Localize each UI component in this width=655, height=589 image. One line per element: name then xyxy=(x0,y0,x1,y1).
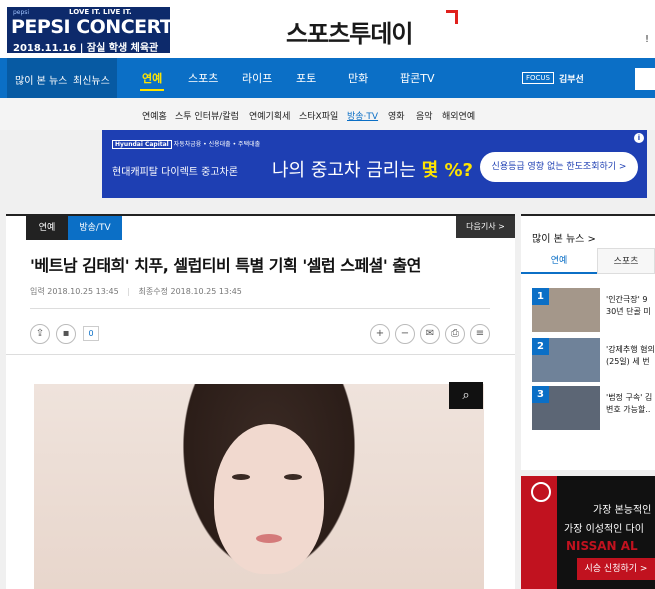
site-logo[interactable]: 스포츠투데이 xyxy=(286,14,413,49)
pepsi-concert-banner[interactable]: pepsi LOVE IT. LIVE IT. PEPSI CONCERT 20… xyxy=(7,7,170,53)
ad-line1: 현대캐피탈 다이렉트 중고차론 xyxy=(112,167,238,178)
nav-latest-news[interactable]: 최신뉴스 xyxy=(73,72,110,87)
rank-number: 3 xyxy=(532,386,549,403)
tab-sports[interactable]: 스포츠 xyxy=(597,248,655,274)
nav-item-comic[interactable]: 만화 xyxy=(348,70,368,86)
pepsi-title: PEPSI CONCERT xyxy=(11,16,170,38)
modified-label: 최종수정 xyxy=(138,287,168,296)
main-nav: 많이 본 뉴스 최신뉴스 연예 스포츠 라이프 포토 만화 팝콘TV FOCUS… xyxy=(0,58,655,98)
nissan-line1: 가장 본능적인 xyxy=(593,505,652,516)
share-icon[interactable]: ⇪ xyxy=(30,324,50,344)
pepsi-small-label: pepsi xyxy=(13,9,30,16)
subnav-item-interview[interactable]: 스투 인터뷰/칼럼 xyxy=(175,109,239,122)
tab-entertainment[interactable]: 연예 xyxy=(521,248,597,274)
rank-text: '인간극장' 9 30년 단골 미 xyxy=(606,294,651,318)
subnav-item-overseas[interactable]: 해외연예 xyxy=(442,109,475,122)
nissan-logo-icon xyxy=(531,482,551,502)
subnav-item-music[interactable]: 음악 xyxy=(416,109,433,122)
ad-line2-text: 나의 중고차 금리는 xyxy=(272,160,422,181)
list-item[interactable]: 2 '강제추행 혐의 (25일) 세 번 xyxy=(532,338,655,382)
nav-item-life[interactable]: 라이프 xyxy=(242,70,272,86)
article-panel: 연예 방송/TV 다음기사 > '베트남 김태희' 치푸, 셀럽티비 특별 기획… xyxy=(6,214,515,589)
pepsi-tagline: LOVE IT. LIVE IT. xyxy=(69,8,132,16)
modified-date: 2018.10.25 13:45 xyxy=(170,287,242,296)
subnav-item-movie[interactable]: 영화 xyxy=(388,109,405,122)
nissan-line3: NISSAN AL xyxy=(566,539,638,553)
input-date: 2018.10.25 13:45 xyxy=(47,287,119,296)
nissan-cta-button[interactable]: 시승 신청하기 > xyxy=(577,558,655,580)
list-icon[interactable]: ≡ xyxy=(470,324,490,344)
nissan-line2: 가장 이성적인 다이 xyxy=(564,524,644,535)
nav-hot-block: 많이 본 뉴스 최신뉴스 xyxy=(7,58,117,98)
rank-text: '강제추행 혐의 (25일) 세 번 xyxy=(606,344,655,368)
divider xyxy=(6,354,515,355)
nav-item-popcorntv[interactable]: 팝콘TV xyxy=(400,70,434,86)
article-category[interactable]: 연예 xyxy=(26,216,68,240)
photo-face xyxy=(214,424,324,574)
zoom-icon[interactable]: ⌕ xyxy=(449,382,483,409)
ad-brand-sub: 자동차금융 • 신용대출 • 주택대출 xyxy=(173,141,261,148)
comment-icon[interactable]: ▪ xyxy=(56,324,76,344)
font-decrease-icon[interactable]: − xyxy=(395,324,415,344)
rank-line2: 30년 단골 미 xyxy=(606,307,651,316)
ad-brand: Hyundai Capital 자동차금융 • 신용대출 • 주택대출 xyxy=(112,139,261,149)
ad-line2-highlight: 몇 %? xyxy=(421,160,473,181)
rank-line1: '인간극장' 9 xyxy=(606,295,648,304)
rank-line1: '강제추행 혐의 xyxy=(606,345,655,354)
nav-hot-news[interactable]: 많이 본 뉴스 xyxy=(15,72,67,87)
nav-item-photo[interactable]: 포토 xyxy=(296,70,316,86)
nissan-ad[interactable]: 가장 본능적인 가장 이성적인 다이 NISSAN AL 시승 신청하기 > xyxy=(521,476,655,589)
nav-item-sports[interactable]: 스포츠 xyxy=(188,70,218,86)
divider xyxy=(30,308,490,309)
ad-info-icon[interactable]: i xyxy=(634,133,644,143)
ad-brand-name: Hyundai Capital xyxy=(112,140,172,149)
font-increase-icon[interactable]: + xyxy=(370,324,390,344)
top-right-text[interactable]: ! xyxy=(645,34,649,45)
subnav-item-planning[interactable]: 연예기획세 xyxy=(249,109,290,122)
pepsi-date: 2018.11.16 | 잠실 학생 체육관 xyxy=(13,43,159,53)
article-headline: '베트남 김태희' 치푸, 셀럽티비 특별 기획 '셀럽 스페셜' 출연 xyxy=(30,256,421,275)
sub-nav: 연예홈 스투 인터뷰/칼럼 연예기획세 스타X파일 방송·TV 영화 음악 해외… xyxy=(0,98,655,130)
focus-tag: FOCUS xyxy=(522,72,554,84)
email-icon[interactable]: ✉ xyxy=(420,324,440,344)
list-item[interactable]: 3 '법정 구속' 김변호 가능할.. xyxy=(532,386,655,430)
focus-name[interactable]: 김부선 xyxy=(559,72,584,85)
rank-line2: 변호 가능할.. xyxy=(606,405,651,414)
rank-line1: '법정 구속' 김 xyxy=(606,393,653,402)
page: pepsi LOVE IT. LIVE IT. PEPSI CONCERT 20… xyxy=(0,0,655,589)
most-viewed-title[interactable]: 많이 본 뉴스 > xyxy=(532,230,596,245)
subnav-item-starxfile[interactable]: 스타X파일 xyxy=(299,109,338,122)
photo-lips xyxy=(256,534,282,543)
article-subcategory[interactable]: 방송/TV xyxy=(68,216,122,240)
search-input[interactable] xyxy=(635,68,655,90)
rank-line2: (25일) 세 번 xyxy=(606,357,650,366)
subnav-item-home[interactable]: 연예홈 xyxy=(142,109,167,122)
input-label: 입력 xyxy=(30,287,45,296)
top-header: pepsi LOVE IT. LIVE IT. PEPSI CONCERT 20… xyxy=(0,0,655,58)
article-photo xyxy=(34,384,484,589)
ad-cta-button[interactable]: 신용등급 영향 없는 한도조회하기 > xyxy=(480,152,638,182)
next-article-button[interactable]: 다음기사 > xyxy=(456,216,515,238)
list-item[interactable]: 1 '인간극장' 9 30년 단골 미 xyxy=(532,288,655,332)
share-count: 0 xyxy=(83,326,99,341)
hyundai-capital-ad[interactable]: Hyundai Capital 자동차금융 • 신용대출 • 주택대출 현대캐피… xyxy=(102,130,647,198)
ad-line2: 나의 중고차 금리는 몇 %? xyxy=(272,156,473,182)
most-viewed-sidebar: 많이 본 뉴스 > 연예 스포츠 1 '인간극장' 9 30년 단골 미 2 '강… xyxy=(521,214,655,470)
nav-item-entertainment[interactable]: 연예 xyxy=(139,70,165,91)
subnav-item-broadcast[interactable]: 방송·TV xyxy=(347,109,378,122)
photo-eye xyxy=(232,474,250,480)
meta-separator: | xyxy=(127,287,130,296)
print-icon[interactable]: ⎙ xyxy=(445,324,465,344)
rank-number: 1 xyxy=(532,288,549,305)
rank-text: '법정 구속' 김변호 가능할.. xyxy=(606,392,652,416)
article-meta: 입력 2018.10.25 13:45 | 최종수정 2018.10.25 13… xyxy=(30,286,242,297)
photo-eye xyxy=(284,474,302,480)
logo-mark-icon xyxy=(446,10,458,24)
rank-number: 2 xyxy=(532,338,549,355)
